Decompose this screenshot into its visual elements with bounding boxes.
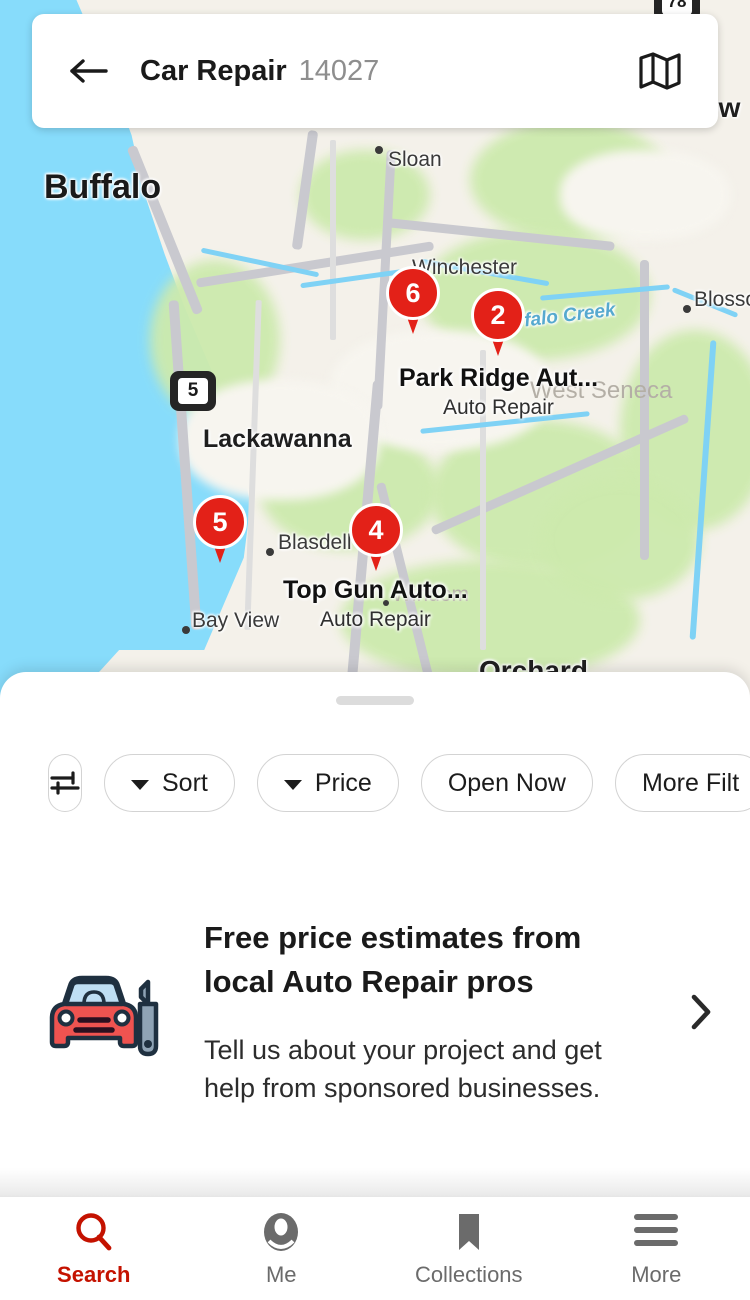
- person-icon: [260, 1209, 302, 1253]
- tab-me-label: Me: [265, 1262, 297, 1287]
- app-screen: Buffalo Sloan Winchester Lackawanna Blas…: [0, 0, 750, 1300]
- sheet-drag-handle[interactable]: [336, 696, 414, 705]
- tab-collections-label: Collections: [414, 1262, 523, 1287]
- chevron-right-icon: [691, 994, 711, 1030]
- promo-text-block: Free price estimates from local Auto Rep…: [204, 916, 678, 1108]
- tab-search[interactable]: Search: [0, 1197, 188, 1300]
- tab-search-label: Search: [57, 1262, 131, 1287]
- search-location[interactable]: 14027: [299, 55, 380, 88]
- more-filters-label: More Filt: [641, 768, 740, 797]
- map-view-button[interactable]: [636, 47, 684, 95]
- tab-more-label: More: [631, 1262, 682, 1287]
- map-label-lackawanna: Lackawanna: [203, 425, 352, 453]
- chevron-down-icon: [131, 779, 149, 790]
- map-road: [480, 350, 486, 650]
- map-label-blasdell: Blasdell: [278, 531, 352, 554]
- map-business-category: Auto Repair: [320, 608, 431, 631]
- map-label-buffalo: Buffalo: [44, 168, 162, 206]
- back-arrow-icon: [70, 59, 108, 83]
- pin-count: 6: [386, 266, 440, 320]
- map-dot: [375, 146, 383, 154]
- map-business-category: Auto Repair: [443, 396, 554, 419]
- highway-shield-number: 5: [178, 378, 208, 404]
- search-header-bar: Car Repair 14027: [32, 14, 718, 128]
- bottom-tab-bar: Search Me Collections More: [0, 1196, 750, 1300]
- promo-title: Free price estimates from local Auto Rep…: [204, 920, 582, 1000]
- price-filter-chip[interactable]: Price: [256, 754, 399, 812]
- hamburger-icon: [634, 1209, 679, 1253]
- filter-options-button[interactable]: [48, 754, 82, 812]
- map-park-area: [540, 480, 700, 600]
- promo-card[interactable]: Free price estimates from local Auto Rep…: [0, 852, 750, 1172]
- scroll-fade-divider: [0, 1168, 750, 1196]
- price-filter-label: Price: [314, 768, 372, 797]
- map-label-bay-view: Bay View: [192, 609, 280, 632]
- map-icon: [639, 52, 681, 90]
- map-road: [330, 140, 336, 340]
- filter-chip-row[interactable]: Sort Price Open Now More Filt: [0, 728, 750, 838]
- map-pin-5[interactable]: 5: [193, 495, 247, 565]
- highway-shield-5: 5: [170, 371, 216, 411]
- map-label-blossom: Blosso: [694, 288, 750, 311]
- back-button[interactable]: [66, 48, 112, 94]
- map-business-name[interactable]: Park Ridge Aut...: [399, 364, 598, 393]
- pin-count: 2: [471, 288, 525, 342]
- map-road: [640, 260, 649, 560]
- sliders-icon: [50, 771, 80, 795]
- chevron-down-icon: [283, 779, 302, 790]
- page-title[interactable]: Car Repair: [140, 55, 287, 88]
- search-icon: [73, 1209, 115, 1253]
- map-pin-4[interactable]: 4: [349, 503, 403, 573]
- map-dot: [683, 305, 691, 313]
- tab-more[interactable]: More: [563, 1197, 750, 1300]
- promo-description: Tell us about your project and get help …: [204, 1035, 602, 1104]
- highway-shield-number: 78: [662, 0, 692, 15]
- map-label-sloan: Sloan: [388, 148, 442, 171]
- bookmark-icon: [448, 1209, 490, 1253]
- tab-me[interactable]: Me: [188, 1197, 376, 1300]
- open-now-filter-chip[interactable]: Open Now: [420, 754, 593, 812]
- promo-open-button[interactable]: [678, 992, 724, 1032]
- map-business-name[interactable]: Top Gun Auto...: [283, 576, 468, 605]
- map-land-area: [560, 150, 730, 240]
- more-filters-chip[interactable]: More Filt: [614, 754, 750, 812]
- map-pin-2[interactable]: 2: [471, 288, 525, 358]
- map-dot: [266, 548, 274, 556]
- sort-filter-label: Sort: [162, 768, 208, 797]
- tab-collections[interactable]: Collections: [375, 1197, 563, 1300]
- pin-count: 4: [349, 503, 403, 557]
- car-wrench-icon: [44, 957, 162, 1067]
- map-dot: [182, 626, 190, 634]
- pin-count: 5: [193, 495, 247, 549]
- open-now-filter-label: Open Now: [447, 768, 566, 797]
- map-pin-6[interactable]: 6: [386, 266, 440, 336]
- sort-filter-chip[interactable]: Sort: [104, 754, 235, 812]
